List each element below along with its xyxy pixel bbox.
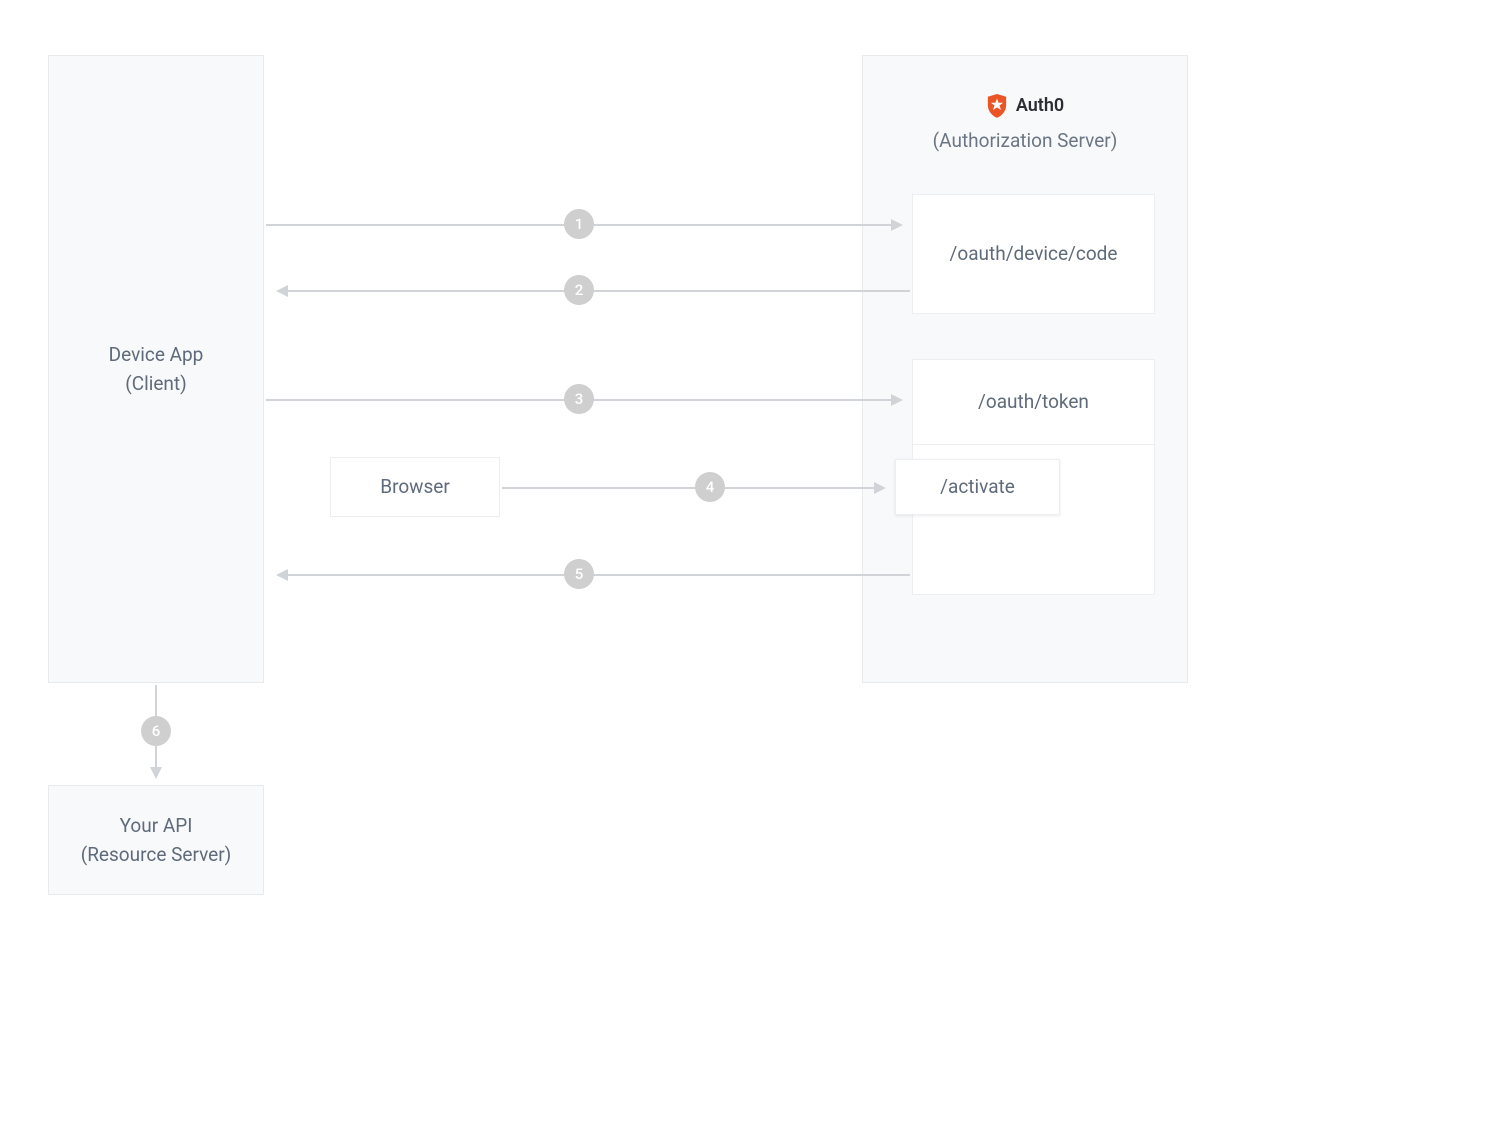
arrow-head-left-icon (276, 285, 288, 297)
diagram-canvas: Device App (Client) Auth0 (Authorization… (0, 0, 1500, 1142)
endpoint-token-label: /oauth/token (978, 389, 1089, 416)
arrow-5 (278, 574, 910, 576)
device-app-title: Device App (109, 340, 204, 369)
api-box: Your API (Resource Server) (48, 785, 264, 895)
endpoint-token: /oauth/token (912, 359, 1155, 445)
authz-subtitle: (Authorization Server) (933, 126, 1118, 155)
arrow-head-right-icon (891, 219, 903, 231)
api-subtitle: (Resource Server) (81, 840, 232, 869)
arrow-head-right-icon (891, 394, 903, 406)
endpoint-activate: /activate (895, 459, 1060, 515)
step-num-2: 2 (575, 281, 584, 299)
step-badge-3: 3 (564, 384, 594, 414)
step-num-6: 6 (152, 722, 161, 740)
auth0-shield-icon (986, 94, 1008, 118)
endpoint-device-code: /oauth/device/code (912, 194, 1155, 314)
step-badge-1: 1 (564, 209, 594, 239)
arrow-head-down-icon (150, 767, 162, 779)
arrow-head-left-icon (276, 569, 288, 581)
endpoint-activate-label: /activate (940, 474, 1015, 501)
endpoint-device-code-label: /oauth/device/code (950, 241, 1118, 268)
browser-box: Browser (330, 457, 500, 517)
step-num-5: 5 (575, 565, 584, 583)
arrow-2 (278, 290, 910, 292)
step-num-1: 1 (575, 215, 584, 233)
device-app-subtitle: (Client) (125, 369, 187, 398)
step-num-3: 3 (575, 390, 584, 408)
step-badge-4: 4 (695, 472, 725, 502)
auth0-logo: Auth0 (986, 92, 1064, 120)
arrow-4 (502, 487, 884, 489)
api-title: Your API (120, 811, 193, 840)
step-badge-2: 2 (564, 275, 594, 305)
step-badge-5: 5 (564, 559, 594, 589)
arrow-head-right-icon (874, 482, 886, 494)
browser-label: Browser (380, 472, 450, 501)
step-badge-6: 6 (141, 716, 171, 746)
device-app-box: Device App (Client) (48, 55, 264, 683)
step-num-4: 4 (706, 478, 715, 496)
auth0-brand-text: Auth0 (1016, 92, 1064, 120)
